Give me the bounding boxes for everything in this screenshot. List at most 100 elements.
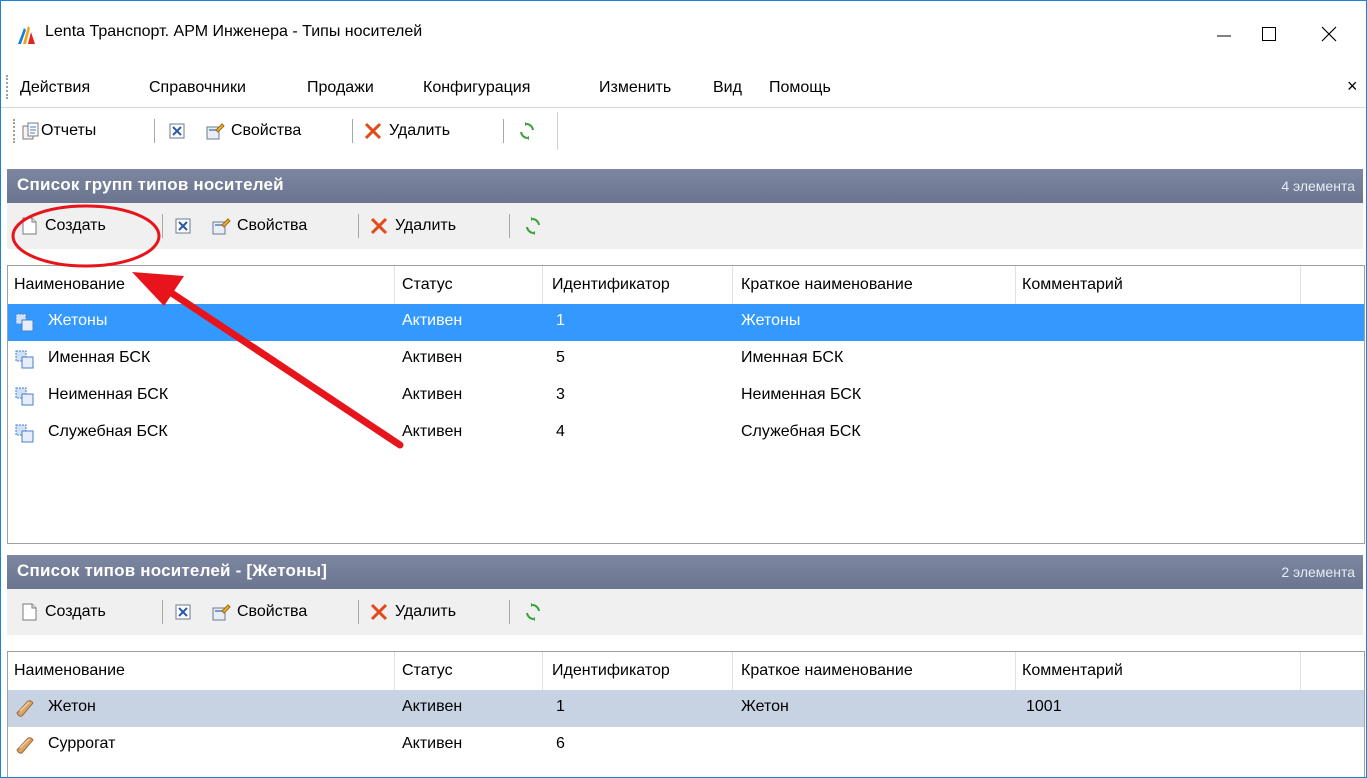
cell-id: 4 <box>556 423 565 440</box>
types-create-button[interactable]: Создать <box>19 599 106 625</box>
properties-label: Свойства <box>237 603 308 620</box>
groups-section-header: Список групп типов носителей 4 элемента <box>7 169 1363 203</box>
table-row[interactable]: Неименная БСК Активен 3 Неименная БСК <box>8 378 1364 415</box>
column-header-short-name[interactable]: Краткое наименование <box>741 662 913 680</box>
toolbar-separator <box>509 214 510 238</box>
column-divider[interactable] <box>542 266 543 304</box>
excel-icon <box>169 123 185 139</box>
menu-view[interactable]: Вид <box>713 79 742 97</box>
delete-button[interactable]: Удалить <box>363 118 450 144</box>
column-divider[interactable] <box>1015 652 1016 690</box>
column-header-status[interactable]: Статус <box>402 276 453 294</box>
minimize-icon <box>1217 35 1231 37</box>
reports-label: Отчеты <box>41 122 97 139</box>
column-header-comment[interactable]: Комментарий <box>1022 276 1123 294</box>
types-excel-button[interactable] <box>173 599 193 625</box>
excel-icon <box>175 218 191 234</box>
delete-icon <box>370 603 388 621</box>
column-header-status[interactable]: Статус <box>402 662 453 680</box>
column-divider[interactable] <box>732 266 733 304</box>
maximize-button[interactable] <box>1246 11 1292 57</box>
group-icon <box>15 424 34 443</box>
types-grid-header: Наименование Статус Идентификатор Кратко… <box>8 652 1364 691</box>
cell-name: Служебная БСК <box>48 423 168 440</box>
types-refresh-button[interactable] <box>523 599 543 625</box>
table-row[interactable]: Служебная БСК Активен 4 Служебная БСК <box>8 415 1364 452</box>
refresh-icon <box>520 122 534 140</box>
column-header-short-name[interactable]: Краткое наименование <box>741 276 913 294</box>
column-header-comment[interactable]: Комментарий <box>1022 662 1123 680</box>
types-toolbar: Создать Свойства Удалить <box>7 589 1363 635</box>
menu-configuration[interactable]: Конфигурация <box>423 79 530 97</box>
column-divider[interactable] <box>1300 652 1301 690</box>
types-properties-button[interactable]: Свойства <box>211 599 307 625</box>
types-grid: Наименование Статус Идентификатор Кратко… <box>7 651 1365 777</box>
close-button[interactable] <box>1306 11 1352 57</box>
toolbar-grip[interactable] <box>13 119 17 143</box>
reports-button[interactable]: Отчеты <box>21 118 96 144</box>
app-logo-icon <box>18 26 35 44</box>
delete-icon <box>364 122 382 140</box>
cell-status: Активен <box>402 698 463 715</box>
delete-icon <box>370 217 388 235</box>
group-icon <box>15 350 34 369</box>
cell-status: Активен <box>402 423 463 440</box>
title-bar: Lenta Транспорт. АРМ Инженера - Типы нос… <box>1 1 1366 67</box>
table-row[interactable]: Суррогат Активен 6 <box>8 727 1364 764</box>
toolbar-separator <box>352 119 353 143</box>
column-header-name[interactable]: Наименование <box>14 662 125 680</box>
menu-grip[interactable] <box>6 75 10 99</box>
column-divider[interactable] <box>1300 266 1301 304</box>
minimize-button[interactable] <box>1201 11 1247 57</box>
table-row[interactable]: Именная БСК Активен 5 Именная БСК <box>8 341 1364 378</box>
excel-icon <box>175 604 191 620</box>
cell-short-name: Именная БСК <box>741 349 844 366</box>
groups-refresh-button[interactable] <box>523 213 543 239</box>
column-divider[interactable] <box>542 652 543 690</box>
toolbar-separator <box>509 600 510 624</box>
column-divider[interactable] <box>732 652 733 690</box>
column-divider[interactable] <box>394 652 395 690</box>
cell-short-name: Неименная БСК <box>741 386 862 403</box>
menu-actions[interactable]: Действия <box>20 79 90 97</box>
types-count: 2 элемента <box>1281 564 1355 580</box>
refresh-button[interactable] <box>517 118 537 144</box>
menu-edit[interactable]: Изменить <box>599 79 671 97</box>
toolbar-separator <box>503 119 504 143</box>
cell-comment: 1001 <box>1026 698 1062 715</box>
types-section-title: Список типов носителей - [Жетоны] <box>17 561 328 580</box>
menu-help[interactable]: Помощь <box>769 79 831 97</box>
toolbar-separator <box>162 600 163 624</box>
menu-sales[interactable]: Продажи <box>307 79 374 97</box>
column-divider[interactable] <box>394 266 395 304</box>
cell-id: 3 <box>556 386 565 403</box>
cell-short-name: Служебная БСК <box>741 423 861 440</box>
app-window: Lenta Транспорт. АРМ Инженера - Типы нос… <box>0 0 1367 778</box>
types-section-header: Список типов носителей - [Жетоны] 2 элем… <box>7 555 1363 589</box>
properties-icon <box>212 604 231 621</box>
reports-icon <box>22 122 39 140</box>
groups-properties-button[interactable]: Свойства <box>211 213 307 239</box>
cell-name: Жетон <box>48 698 96 715</box>
table-row[interactable]: Жетоны Активен 1 Жетоны <box>8 304 1364 341</box>
types-delete-button[interactable]: Удалить <box>369 599 456 625</box>
toolbar-separator <box>358 600 359 624</box>
table-row[interactable]: Жетон Активен 1 Жетон 1001 <box>8 690 1364 727</box>
groups-delete-button[interactable]: Удалить <box>369 213 456 239</box>
mdi-close-icon[interactable]: × <box>1347 76 1358 97</box>
new-document-icon <box>22 603 37 621</box>
groups-grid-header: Наименование Статус Идентификатор Кратко… <box>8 266 1364 305</box>
column-header-name[interactable]: Наименование <box>14 276 125 294</box>
menu-references[interactable]: Справочники <box>149 79 246 97</box>
column-divider[interactable] <box>1015 266 1016 304</box>
groups-excel-button[interactable] <box>173 213 193 239</box>
properties-button[interactable]: Свойства <box>205 118 301 144</box>
column-header-id[interactable]: Идентификатор <box>552 662 670 680</box>
groups-section-title: Список групп типов носителей <box>17 175 284 194</box>
groups-grid: Наименование Статус Идентификатор Кратко… <box>7 265 1365 544</box>
menu-bar: Действия Справочники Продажи Конфигураци… <box>1 67 1366 108</box>
refresh-icon <box>526 603 540 621</box>
groups-create-button[interactable]: Создать <box>19 213 106 239</box>
excel-export-button[interactable] <box>167 118 187 144</box>
column-header-id[interactable]: Идентификатор <box>552 276 670 294</box>
